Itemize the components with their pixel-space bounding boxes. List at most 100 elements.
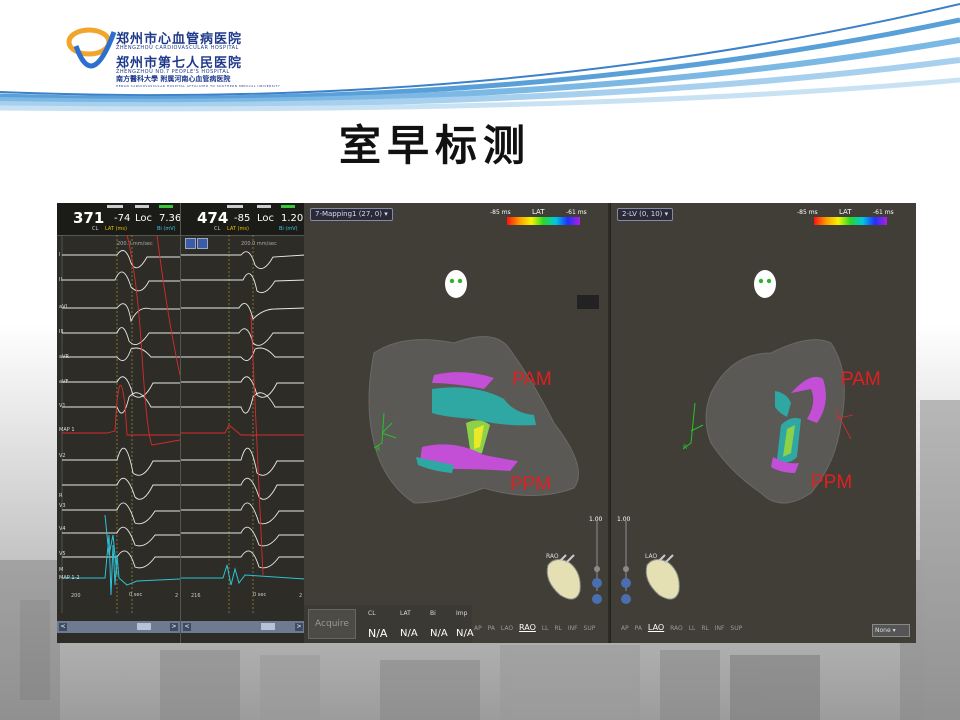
map2-pam-label: PAM	[841, 369, 881, 390]
lead-label: V5	[59, 551, 66, 557]
stat-imp-value: N/A	[456, 628, 474, 639]
hospital-name-en-1: ZHENGZHOU CARDIOVASCULAR HOSPITAL	[116, 45, 239, 51]
scroll-right-icon[interactable]: >	[170, 623, 178, 631]
ecg1-scrollbar[interactable]: < >	[57, 621, 180, 633]
ecg1-bi-value: 7.36	[159, 213, 182, 224]
map1-orientation-label: RAO	[546, 553, 559, 560]
ecg1-indicator	[135, 205, 149, 208]
view-button-inf[interactable]: INF	[568, 625, 578, 632]
ecg1-time-right: 2	[175, 593, 179, 599]
stat-imp-label: Imp	[456, 610, 468, 617]
lead-label: aVL	[59, 304, 69, 310]
orientation-heart-icon	[546, 554, 581, 600]
display-select-value: None	[875, 627, 891, 634]
ecg1-loc: Loc	[135, 213, 153, 224]
map1-zoom-value: 1.00	[589, 516, 603, 523]
scroll-right-icon[interactable]: >	[295, 623, 303, 631]
view-button-rl[interactable]: RL	[554, 625, 562, 632]
ecg2-cl-value: 474	[197, 209, 229, 227]
ecg-panel-2: 474 -85 Loc 1.20 CL LAT (ms) Bi (mV) 200…	[180, 203, 305, 643]
map2-axis-label: R	[683, 444, 688, 451]
mapping-system-screenshot: 371 -74 Loc 7.36 CL LAT (ms) Bi (mV) 200…	[57, 203, 916, 643]
ecg-header-1: 371 -74 Loc 7.36 CL LAT (ms) Bi (mV)	[57, 203, 182, 236]
stat-cl-value: N/A	[368, 627, 388, 640]
acquire-button[interactable]: Acquire	[308, 609, 356, 639]
ecg2-time-mid: 0 sec	[253, 592, 267, 598]
lead-label: M	[59, 567, 64, 573]
ecg2-loc: Loc	[257, 213, 275, 224]
scroll-left-icon[interactable]: <	[59, 623, 67, 631]
view-button-ll[interactable]: LL	[542, 625, 549, 632]
ecg-header-2: 474 -85 Loc 1.20 CL LAT (ms) Bi (mV)	[181, 203, 305, 236]
map1-axis-label: R	[376, 446, 381, 453]
slide-title: 室早标测	[338, 121, 531, 170]
lead-label: III	[59, 329, 64, 335]
view-button-sup[interactable]: SUP	[584, 625, 596, 632]
lead-label: II	[59, 277, 62, 283]
ecg1-lat-label: LAT (ms)	[105, 226, 127, 232]
ecg2-bi-label: Bi (mV)	[279, 226, 298, 232]
ecg1-cl-label: CL	[92, 226, 99, 232]
view-button-lao[interactable]: LAO	[501, 625, 513, 632]
map2-zoom-value: 1.00	[617, 516, 631, 523]
ecg1-indicator	[107, 205, 123, 208]
hospital-name-en-3: HENAN CARDIOVASCULAR HOSPITAL AFFILIATED…	[116, 84, 281, 88]
view-button-pa[interactable]: PA	[488, 625, 495, 632]
view-button-rao[interactable]: RAO	[670, 625, 683, 632]
lead-label: V2	[59, 453, 66, 459]
ecg2-indicator	[257, 205, 271, 208]
scroll-left-icon[interactable]: <	[183, 623, 191, 631]
ecg1-indicator	[159, 205, 173, 208]
head-orientation-icon	[754, 270, 776, 298]
ecg2-time-left: 216	[191, 593, 201, 599]
map1-pam-label: PAM	[512, 369, 552, 390]
ecg2-indicator	[227, 205, 243, 208]
stat-lat-label: LAT	[400, 610, 411, 617]
ecg-traces-1	[61, 235, 180, 613]
ecg1-time-mid: 0 sec	[129, 592, 143, 598]
point-stats-bar: Acquire CL LAT Bi Imp N/A N/A N/A N/A	[304, 605, 474, 643]
view-button-sup[interactable]: SUP	[730, 625, 742, 632]
lead-label: V3	[59, 503, 66, 509]
ecg-traces-2	[181, 235, 305, 613]
ecg1-lat-value: -74	[114, 213, 131, 224]
view-button-rao[interactable]: RAO	[519, 623, 536, 632]
ecg1-time-left: 200	[71, 593, 81, 599]
ecg2-scrollbar[interactable]: < >	[181, 621, 305, 633]
map2-orientation-label: LAO	[645, 553, 658, 560]
view-button-rl[interactable]: RL	[701, 625, 709, 632]
ecg2-lat-value: -85	[234, 213, 251, 224]
view-button-ll[interactable]: LL	[689, 625, 696, 632]
stat-lat-value: N/A	[400, 628, 418, 639]
view-button-pa[interactable]: PA	[635, 625, 642, 632]
lead-label: aVR	[59, 354, 69, 360]
map-view-2[interactable]: 2-LV (0, 10) ▾ -85 ms LAT -61 ms PAM PPM…	[610, 203, 916, 643]
orientation-heart-icon	[645, 554, 680, 600]
map2-ppm-label: PPM	[811, 472, 853, 493]
ecg2-cl-label: CL	[214, 226, 221, 232]
stat-bi-value: N/A	[430, 628, 448, 639]
ecg1-bi-label: Bi (mV)	[157, 226, 176, 232]
lead-label: V1	[59, 403, 66, 409]
map1-ppm-label: PPM	[510, 474, 552, 495]
head-orientation-icon	[445, 270, 467, 298]
ecg2-time-right: 2	[299, 593, 303, 599]
view-button-ap[interactable]: AP	[621, 625, 629, 632]
ecg2-indicator	[281, 205, 295, 208]
lead-label: R	[59, 493, 63, 499]
map-view-1[interactable]: 7-Mapping1 (27, 0) ▾ -85 ms LAT -61 ms P…	[304, 203, 608, 643]
ecg2-lat-label: LAT (ms)	[227, 226, 249, 232]
ecg1-cl-value: 371	[73, 209, 105, 227]
map2-view-buttons: AP PA LAO RAO LL RL INF SUP	[621, 623, 746, 632]
scroll-thumb[interactable]	[137, 623, 151, 630]
view-button-inf[interactable]: INF	[715, 625, 725, 632]
display-select[interactable]: None ▾	[872, 624, 910, 637]
scroll-thumb[interactable]	[261, 623, 275, 630]
map1-3d-view	[368, 270, 602, 604]
lead-label: MAP 1	[59, 427, 75, 433]
lead-label: aVF	[59, 379, 69, 385]
view-button-lao[interactable]: LAO	[648, 623, 664, 632]
map2-3d-view	[621, 270, 854, 604]
lead-label: MAP 1-2	[59, 575, 80, 581]
view-button-ap[interactable]: AP	[474, 625, 482, 632]
